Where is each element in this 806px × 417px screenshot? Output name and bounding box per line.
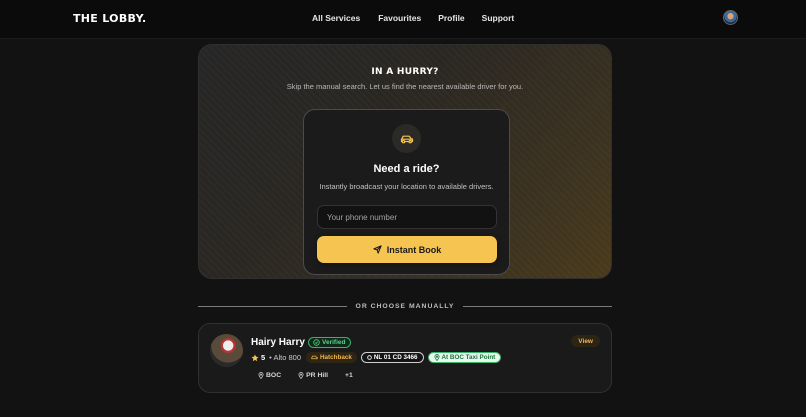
section-divider: OR CHOOSE MANUALLY xyxy=(198,300,613,312)
car-model: • Alto 800 xyxy=(269,353,301,362)
phone-number-input[interactable] xyxy=(317,205,497,229)
verified-badge: Verified xyxy=(308,337,352,348)
location-status: At BOC Taxi Point xyxy=(441,354,496,361)
car-small-icon xyxy=(311,355,318,360)
vehicle-type: Hatchback xyxy=(320,354,352,361)
hero-title: IN A HURRY? xyxy=(371,67,439,77)
verified-label: Verified xyxy=(322,339,346,346)
star-icon xyxy=(251,353,259,361)
top-navbar: THE LOBBY. All Services Favourites Profi… xyxy=(0,0,806,39)
location-status-badge: At BOC Taxi Point xyxy=(427,352,502,363)
ride-request-card: Need a ride? Instantly broadcast your lo… xyxy=(303,109,510,275)
vehicle-type-badge: Hatchback xyxy=(306,352,357,363)
send-icon xyxy=(373,245,382,254)
brand-logo[interactable]: THE LOBBY. xyxy=(73,12,147,25)
divider-line-left xyxy=(198,305,347,307)
check-circle-icon xyxy=(313,339,320,346)
driver-stops-row: BOC PR Hill +1 xyxy=(258,372,353,379)
user-avatar[interactable] xyxy=(723,10,738,25)
instant-book-button[interactable]: Instant Book xyxy=(317,236,497,263)
rating-value: 5 xyxy=(261,353,266,362)
quick-book-hero: IN A HURRY? Skip the manual search. Let … xyxy=(198,44,612,279)
plate-badge: NL 01 CD 3466 xyxy=(360,352,424,363)
nav-support[interactable]: Support xyxy=(482,13,515,23)
nav-profile[interactable]: Profile xyxy=(438,13,464,23)
location-pin-icon xyxy=(258,372,264,379)
car-icon xyxy=(392,124,421,153)
nav-all-services[interactable]: All Services xyxy=(312,13,360,23)
stop-item: PR Hill xyxy=(298,372,328,379)
stop-label: BOC xyxy=(266,372,282,379)
more-stops: +1 xyxy=(345,372,353,379)
driver-card[interactable]: Hairy Harry Verified View 5 • Alto 800 H… xyxy=(198,323,612,393)
driver-details-row: 5 • Alto 800 Hatchback NL 01 CD 3466 At … xyxy=(251,352,502,363)
driver-name: Hairy Harry xyxy=(251,337,305,348)
location-pin-icon xyxy=(434,354,439,361)
rating: 5 xyxy=(251,353,265,362)
plate-number: NL 01 CD 3466 xyxy=(373,354,418,361)
divider-label: OR CHOOSE MANUALLY xyxy=(355,302,455,310)
card-title: Need a ride? xyxy=(373,163,440,175)
nav-favourites[interactable]: Favourites xyxy=(378,13,421,23)
driver-avatar xyxy=(210,334,243,367)
divider-line-right xyxy=(463,305,613,307)
stop-label: PR Hill xyxy=(306,372,329,379)
hero-subtitle: Skip the manual search. Let us find the … xyxy=(286,82,524,91)
plate-dot-icon xyxy=(367,355,372,360)
card-subtitle: Instantly broadcast your location to ava… xyxy=(319,182,494,191)
view-button[interactable]: View xyxy=(571,335,600,347)
stop-item: BOC xyxy=(258,372,281,379)
location-pin-icon xyxy=(298,372,304,379)
instant-book-label: Instant Book xyxy=(386,244,442,255)
main-nav: All Services Favourites Profile Support xyxy=(312,13,514,23)
